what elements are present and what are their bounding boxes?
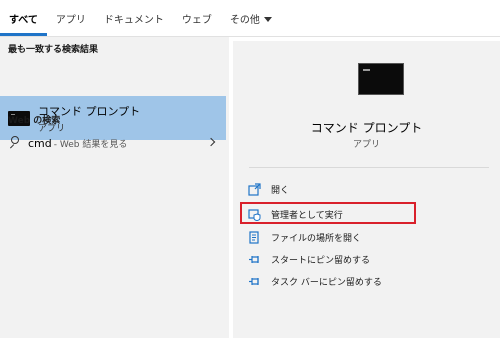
action-label: スタートにピン留めする — [271, 255, 371, 266]
action-label: タスク バーにピン留めする — [271, 277, 382, 288]
search-icon — [8, 136, 22, 150]
action-label: 管理者として実行 — [271, 210, 343, 221]
tab-documents[interactable]: ドキュメント — [95, 0, 173, 36]
app-subtitle: アプリ — [352, 140, 380, 150]
tab-label: アプリ — [55, 14, 86, 26]
action-pin-to-taskbar[interactable]: タスク バーにピン留めする — [247, 272, 447, 290]
tab-more[interactable]: その他 — [221, 0, 281, 36]
chevron-right-icon[interactable] — [206, 137, 216, 147]
tab-label: ドキュメント — [103, 14, 164, 26]
pin-icon — [247, 274, 261, 288]
pin-icon — [247, 252, 261, 266]
file-location-icon — [247, 230, 261, 244]
action-open[interactable]: 開く — [247, 180, 447, 198]
best-match-header: 最も一致する検索結果 — [8, 45, 99, 55]
app-preview: コマンド プロンプト アプリ — [233, 41, 500, 162]
web-search-suffix: - Web 結果を見る — [53, 139, 128, 150]
open-icon — [247, 182, 261, 196]
tab-label: その他 — [229, 14, 260, 26]
results-pane: 最も一致する検索結果 コマンド プロンプト アプリ Web の検索 cmd - … — [0, 37, 229, 338]
web-search-header: Web の検索 — [8, 116, 61, 126]
shield-icon — [247, 207, 261, 221]
app-title: コマンド プロンプト — [310, 121, 423, 135]
divider — [249, 167, 489, 168]
search-scope-tabs: すべて アプリ ドキュメント ウェブ その他 — [0, 0, 500, 37]
action-pin-to-start[interactable]: スタートにピン留めする — [247, 250, 447, 268]
command-prompt-icon — [358, 63, 404, 95]
action-label: ファイルの場所を開く — [271, 233, 362, 244]
details-pane: コマンド プロンプト アプリ 開く 管理者として実行 ファイルの場所を開く スタ… — [233, 41, 500, 338]
tab-apps[interactable]: アプリ — [47, 0, 95, 36]
tab-label: ウェブ — [181, 14, 212, 26]
action-open-file-location[interactable]: ファイルの場所を開く — [247, 228, 447, 246]
tab-all[interactable]: すべて — [0, 0, 47, 36]
web-search-item[interactable]: cmd - Web 結果を見る — [0, 133, 226, 153]
chevron-down-icon — [263, 16, 272, 22]
windows-search-panel: すべて アプリ ドキュメント ウェブ その他 最も一致する検索結果 コマンド プ… — [0, 0, 500, 338]
web-search-query: cmd — [28, 136, 52, 150]
tab-web[interactable]: ウェブ — [173, 0, 221, 36]
action-label: 開く — [271, 185, 290, 196]
action-run-as-admin[interactable]: 管理者として実行 — [247, 205, 447, 223]
tab-label: すべて — [9, 14, 38, 26]
